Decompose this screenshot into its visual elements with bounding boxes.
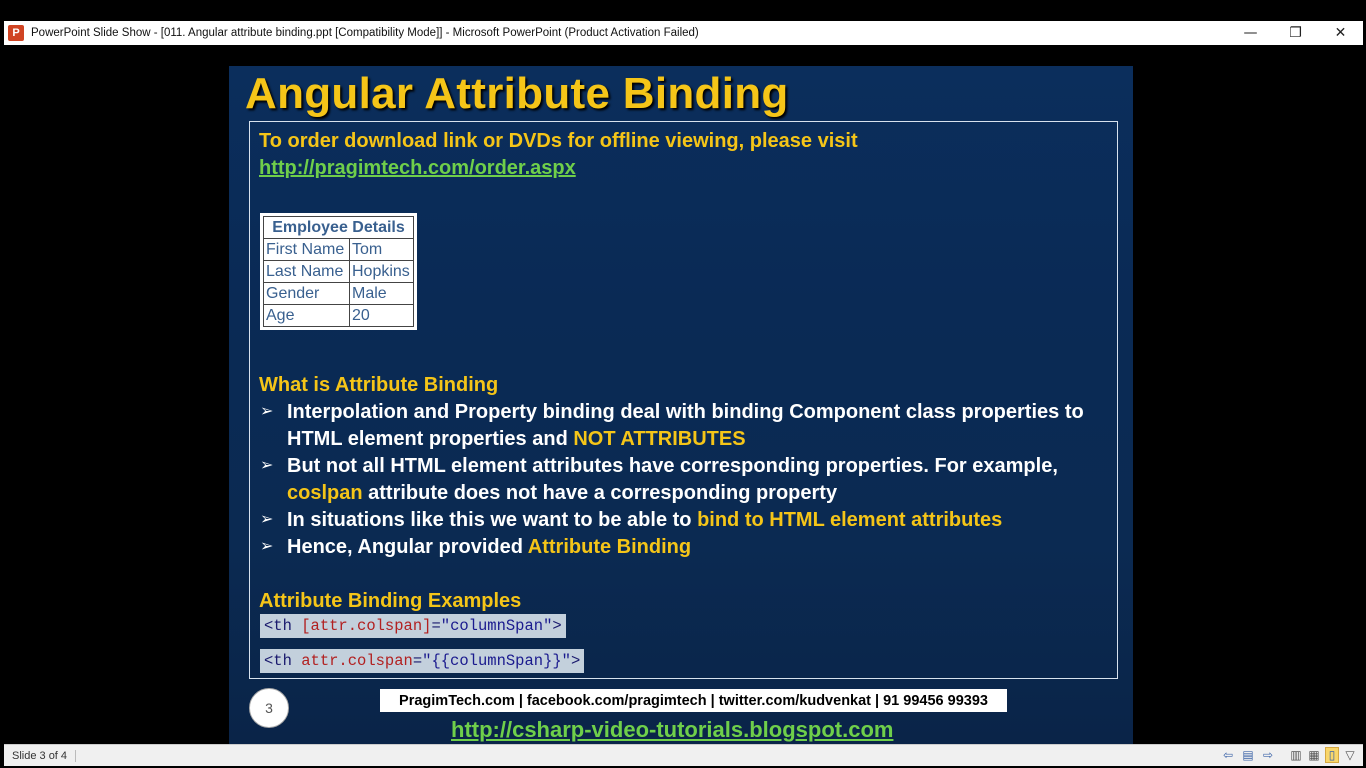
content-box: To order download link or DVDs for offli… bbox=[249, 121, 1118, 679]
slide-sorter-icon[interactable]: ▦ bbox=[1307, 747, 1321, 763]
powerpoint-window: P PowerPoint Slide Show - [011. Angular … bbox=[4, 21, 1363, 766]
bullet-4-text: Hence, Angular provided Attribute Bindin… bbox=[287, 536, 692, 558]
bullet-3-text: In situations like this we want to be ab… bbox=[287, 509, 1003, 531]
table-cell-value: Male bbox=[349, 282, 414, 305]
arrow-bullet-icon: ➢ bbox=[260, 509, 274, 528]
normal-view-icon[interactable]: ▥ bbox=[1289, 747, 1303, 763]
table-row: Last Name Hopkins bbox=[263, 260, 414, 283]
arrow-bullet-icon: ➢ bbox=[260, 455, 274, 474]
status-bar: Slide 3 of 4 ⇦ ▤ ⇨ ▥ ▦ ▯ ▽ bbox=[4, 744, 1363, 766]
employee-table: Employee Details First Name Tom Last Nam… bbox=[260, 213, 417, 330]
footer-contact-bar: PragimTech.com | facebook.com/pragimtech… bbox=[380, 689, 1007, 712]
table-cell-label: Gender bbox=[263, 282, 350, 305]
examples-heading: Attribute Binding Examples bbox=[259, 590, 522, 612]
next-icon[interactable]: ⇨ bbox=[1261, 747, 1275, 763]
order-link[interactable]: http://pragimtech.com/order.aspx bbox=[259, 157, 576, 180]
minimize-button[interactable]: — bbox=[1228, 21, 1273, 45]
slide-indicator: Slide 3 of 4 bbox=[12, 749, 77, 762]
table-cell-value: 20 bbox=[349, 304, 414, 327]
close-button[interactable]: ✕ bbox=[1318, 21, 1363, 45]
table-cell-label: First Name bbox=[263, 238, 350, 261]
window-controls: — ❐ ✕ bbox=[1228, 21, 1363, 45]
slideshow-icon[interactable]: ▽ bbox=[1343, 747, 1357, 763]
slide[interactable]: Angular Attribute Binding To order downl… bbox=[229, 66, 1133, 744]
order-text: To order download link or DVDs for offli… bbox=[259, 130, 858, 152]
view-controls: ⇦ ▤ ⇨ ▥ ▦ ▯ ▽ bbox=[1221, 747, 1357, 763]
table-row: First Name Tom bbox=[263, 238, 414, 261]
arrow-bullet-icon: ➢ bbox=[260, 401, 274, 420]
table-cell-label: Age bbox=[263, 304, 350, 327]
code-example-1: <th [attr.colspan]="columnSpan"> bbox=[260, 614, 566, 638]
table-cell-value: Hopkins bbox=[349, 260, 414, 283]
bullet-2-line1: But not all HTML element attributes have… bbox=[287, 455, 1058, 477]
powerpoint-icon[interactable]: P bbox=[8, 25, 24, 41]
slide-number: 3 bbox=[249, 688, 289, 728]
section-heading: What is Attribute Binding bbox=[259, 374, 499, 396]
bullet-2-line2: coslpan attribute does not have a corres… bbox=[287, 482, 838, 504]
bullet-1-line2: HTML element properties and NOT ATTRIBUT… bbox=[287, 428, 746, 450]
arrow-bullet-icon: ➢ bbox=[260, 536, 274, 555]
table-cell-label: Last Name bbox=[263, 260, 350, 283]
table-row: Gender Male bbox=[263, 282, 414, 305]
table-row: Age 20 bbox=[263, 304, 414, 327]
title-bar: P PowerPoint Slide Show - [011. Angular … bbox=[4, 21, 1363, 45]
table-header: Employee Details bbox=[263, 216, 414, 239]
slide-title: Angular Attribute Binding bbox=[245, 69, 789, 118]
previous-icon[interactable]: ⇦ bbox=[1221, 747, 1235, 763]
reading-view-icon[interactable]: ▯ bbox=[1325, 747, 1339, 763]
window-title: PowerPoint Slide Show - [011. Angular at… bbox=[31, 27, 699, 39]
table-cell-value: Tom bbox=[349, 238, 414, 261]
bullet-1-line1: Interpolation and Property binding deal … bbox=[287, 401, 1084, 423]
code-example-2: <th attr.colspan="{{columnSpan}}"> bbox=[260, 649, 585, 673]
restore-button[interactable]: ❐ bbox=[1273, 21, 1318, 45]
notes-icon[interactable]: ▤ bbox=[1239, 747, 1257, 763]
footer-blog-link[interactable]: http://csharp-video-tutorials.blogspot.c… bbox=[451, 717, 893, 743]
